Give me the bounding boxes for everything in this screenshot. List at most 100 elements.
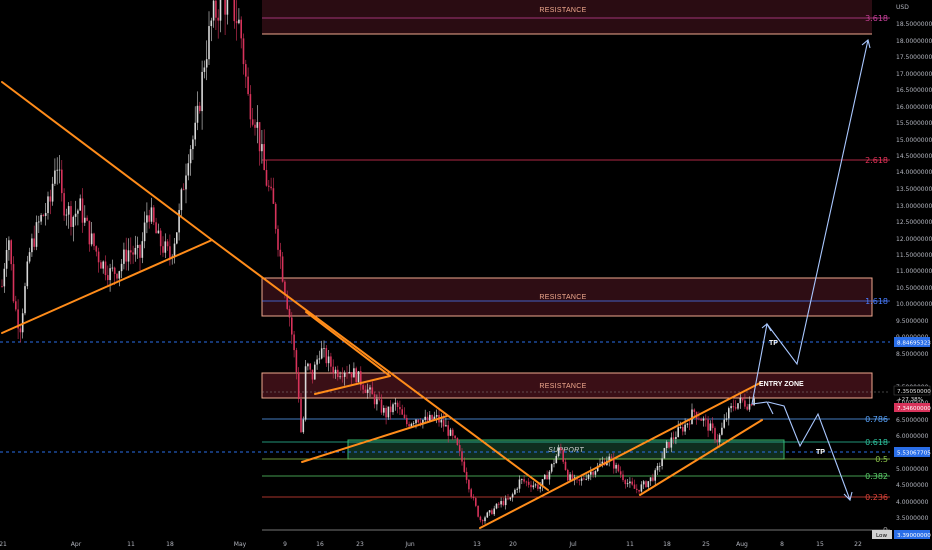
candle-body bbox=[553, 463, 555, 465]
candle-body bbox=[1, 286, 3, 287]
candle-body bbox=[688, 423, 691, 425]
candle-body bbox=[387, 406, 390, 418]
y-tick-label: 4.5000000 bbox=[896, 482, 929, 489]
fib-label: 1.618 bbox=[865, 297, 888, 306]
candle-body bbox=[208, 26, 210, 60]
candle-body bbox=[477, 505, 479, 517]
candle-body bbox=[544, 474, 546, 480]
candle-body bbox=[33, 238, 35, 247]
candle-body bbox=[28, 252, 31, 262]
x-tick-label: 8 bbox=[780, 541, 784, 548]
candle-body bbox=[456, 438, 459, 446]
candle-body bbox=[353, 368, 355, 378]
candle-body bbox=[463, 461, 466, 472]
candle-body bbox=[378, 399, 380, 400]
candle-body bbox=[631, 481, 633, 485]
candle-body bbox=[638, 489, 640, 492]
candle-body bbox=[376, 399, 378, 405]
candle-body bbox=[504, 498, 507, 506]
candle-body bbox=[744, 400, 746, 407]
candle-body bbox=[327, 356, 330, 364]
candle-body bbox=[652, 477, 654, 481]
candle-body bbox=[70, 206, 72, 227]
candle-body bbox=[318, 358, 321, 360]
candle-body bbox=[49, 196, 52, 202]
candle-body bbox=[205, 59, 208, 68]
candle-body bbox=[383, 407, 385, 413]
candle-body bbox=[240, 19, 242, 39]
candle-body bbox=[84, 217, 86, 223]
y-tick-label: 12.5000000 bbox=[896, 219, 932, 226]
candle-body bbox=[373, 394, 376, 405]
candle-body bbox=[65, 214, 68, 216]
candle-body bbox=[258, 122, 261, 152]
candle-body bbox=[102, 261, 104, 269]
candle-body bbox=[399, 406, 401, 410]
candle-body bbox=[314, 364, 316, 380]
candle-body bbox=[661, 458, 663, 467]
candle-body bbox=[24, 286, 26, 314]
candle-body bbox=[636, 488, 638, 490]
y-tick-label: 18.0000000 bbox=[896, 38, 932, 45]
candle-body bbox=[488, 510, 491, 513]
candle-body bbox=[180, 189, 183, 211]
candle-body bbox=[548, 471, 551, 480]
candle-body bbox=[734, 407, 737, 409]
candle-body bbox=[293, 334, 295, 351]
candle-body bbox=[445, 425, 447, 427]
candle-body bbox=[90, 233, 93, 245]
candle-body bbox=[132, 252, 134, 255]
candle-body bbox=[406, 417, 408, 425]
candle-body bbox=[141, 241, 144, 258]
candle-body bbox=[346, 372, 348, 374]
fib-label: 0.5 bbox=[875, 455, 888, 464]
candle-body bbox=[26, 261, 29, 287]
candle-body bbox=[61, 169, 63, 194]
y-tick-label: 14.0000000 bbox=[896, 169, 932, 176]
candle-body bbox=[157, 230, 160, 234]
candle-body bbox=[307, 363, 309, 367]
candle-body bbox=[339, 376, 341, 378]
candle-body bbox=[392, 404, 394, 413]
candle-body bbox=[242, 38, 245, 65]
fib-label: 2.618 bbox=[865, 156, 888, 165]
y-tick-label: 15.0000000 bbox=[896, 137, 932, 144]
candle-body bbox=[277, 228, 279, 250]
candle-body bbox=[164, 241, 167, 253]
candle-body bbox=[288, 308, 291, 318]
candle-body bbox=[194, 122, 196, 140]
y-tick-label: 13.0000000 bbox=[896, 203, 932, 210]
y-tick-label: 14.5000000 bbox=[896, 153, 932, 160]
candle-body bbox=[693, 409, 696, 412]
candle-body bbox=[500, 501, 502, 505]
candle-body bbox=[88, 220, 91, 245]
candle-body bbox=[642, 481, 645, 485]
candle-body bbox=[394, 402, 397, 405]
candle-body bbox=[95, 246, 98, 252]
candle-body bbox=[249, 94, 252, 120]
y-tick-label: 11.0000000 bbox=[896, 268, 932, 275]
candle-body bbox=[203, 67, 206, 72]
candle-body bbox=[682, 427, 684, 432]
candle-body bbox=[380, 399, 383, 413]
candle-body bbox=[261, 144, 263, 152]
candle-body bbox=[150, 207, 153, 222]
candle-body bbox=[721, 427, 723, 435]
candle-body bbox=[58, 169, 61, 171]
candle-body bbox=[173, 243, 176, 257]
low-price-tag-text: 3.39000000 bbox=[897, 533, 931, 539]
support-label: SUPPORT bbox=[548, 447, 584, 454]
y-tick-label: 10.0000000 bbox=[896, 301, 932, 308]
candle-body bbox=[238, 19, 240, 24]
candle-body bbox=[672, 437, 675, 439]
candle-body bbox=[534, 484, 537, 486]
candle-body bbox=[739, 397, 742, 404]
candle-body bbox=[741, 397, 744, 401]
candle-body bbox=[592, 471, 594, 475]
candle-body bbox=[424, 416, 426, 420]
candle-body bbox=[178, 210, 180, 233]
candle-body bbox=[447, 425, 449, 436]
price-chart[interactable]: RESISTANCE RESISTANCE RESISTANCE SUPPORT… bbox=[0, 0, 932, 550]
candle-body bbox=[136, 244, 139, 248]
current-price-bottom-text: 7.34600000 bbox=[897, 406, 931, 412]
